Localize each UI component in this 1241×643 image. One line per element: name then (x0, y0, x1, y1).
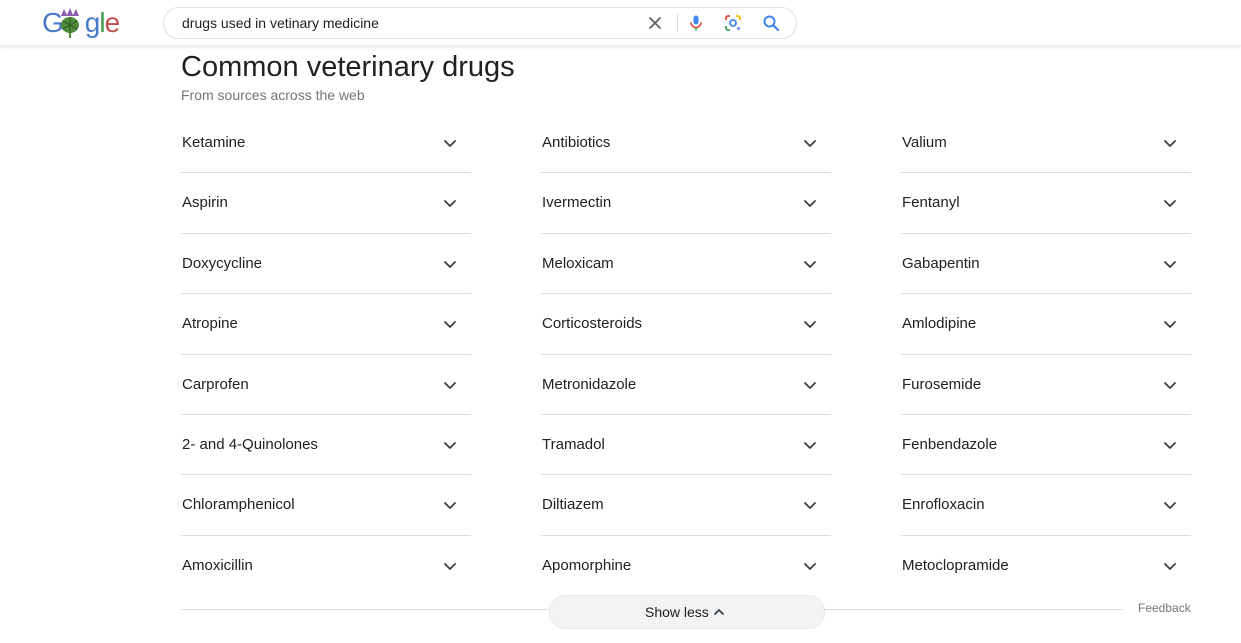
drug-item[interactable]: Ivermectin (541, 173, 831, 234)
chevron-down-icon[interactable] (1162, 135, 1178, 151)
drug-item[interactable]: Carprofen (181, 355, 471, 415)
chevron-down-icon[interactable] (442, 316, 458, 332)
drug-label: Valium (902, 134, 947, 151)
drug-item[interactable]: Amoxicillin (181, 536, 471, 595)
drug-label: Carprofen (182, 375, 249, 393)
drug-label: Meloxicam (542, 254, 614, 272)
chevron-down-icon[interactable] (1162, 437, 1178, 453)
chevron-down-icon[interactable] (802, 135, 818, 151)
drug-item[interactable]: Tramadol (541, 415, 831, 476)
drug-column-1: Ketamine Aspirin Doxycycline Atropine Ca… (181, 113, 471, 595)
chevron-up-icon (714, 609, 724, 615)
drug-item[interactable]: Chloramphenicol (181, 475, 471, 536)
chevron-down-icon[interactable] (442, 558, 458, 574)
drug-item[interactable]: Doxycycline (181, 234, 471, 295)
chevron-down-icon[interactable] (802, 377, 818, 393)
show-less-button[interactable]: Show less (549, 595, 825, 629)
drug-label: Antibiotics (542, 134, 611, 151)
drug-label: Aspirin (182, 194, 228, 212)
top-bar: Ggle drugs used in vetinary medicine (0, 0, 1241, 45)
search-input[interactable]: drugs used in vetinary medicine (182, 8, 379, 38)
drug-label: Tramadol (542, 435, 605, 453)
section-title: Common veterinary drugs (181, 51, 515, 83)
drug-label: Doxycycline (182, 254, 263, 272)
drug-label: Metoclopramide (902, 556, 1009, 574)
drug-label: Corticosteroids (542, 315, 643, 333)
drug-label: Ivermectin (542, 194, 612, 212)
drug-item[interactable]: Atropine (181, 294, 471, 355)
drug-item[interactable]: Gabapentin (901, 234, 1191, 295)
chevron-down-icon[interactable] (1162, 195, 1178, 211)
logo-letter-g2: g (84, 7, 101, 38)
chevron-down-icon[interactable] (1162, 377, 1178, 393)
drug-label: Furosemide (902, 375, 982, 393)
chevron-down-icon[interactable] (1162, 497, 1178, 513)
drug-label: Gabapentin (902, 254, 980, 272)
chevron-down-icon[interactable] (802, 437, 818, 453)
drug-item[interactable]: Antibiotics (541, 113, 831, 174)
chevron-down-icon[interactable] (1162, 316, 1178, 332)
drug-column-2: Antibiotics Ivermectin Meloxicam Cortico… (541, 113, 831, 595)
drug-item[interactable]: Fentanyl (901, 173, 1191, 234)
google-doodle-logo[interactable]: Ggle (42, 6, 124, 40)
divider-right (823, 609, 1123, 610)
drug-item[interactable]: Enrofloxacin (901, 475, 1191, 536)
show-less-label: Show less (645, 604, 709, 620)
search-divider (677, 14, 678, 32)
drug-label: Apomorphine (542, 556, 632, 574)
chevron-down-icon[interactable] (442, 437, 458, 453)
divider-left (181, 609, 549, 610)
drug-item[interactable]: Metronidazole (541, 355, 831, 415)
chevron-down-icon[interactable] (442, 497, 458, 513)
search-icon[interactable] (762, 14, 780, 32)
search-box[interactable]: drugs used in vetinary medicine (163, 7, 797, 39)
drug-item[interactable]: Fenbendazole (901, 415, 1191, 476)
close-icon[interactable] (646, 14, 664, 32)
drug-item[interactable]: Valium (901, 113, 1191, 174)
chevron-down-icon[interactable] (1162, 256, 1178, 272)
logo-letter-e: e (104, 7, 121, 38)
drug-item[interactable]: Meloxicam (541, 234, 831, 295)
drug-item[interactable]: Furosemide (901, 355, 1191, 415)
drug-column-3: Valium Fentanyl Gabapentin Amlodipine Fu… (901, 113, 1191, 595)
lens-icon[interactable] (724, 14, 742, 32)
drug-label: Fentanyl (902, 194, 960, 212)
drug-item[interactable]: Aspirin (181, 173, 471, 234)
drug-label: Metronidazole (542, 375, 637, 393)
drug-label: Ketamine (182, 134, 246, 151)
chevron-down-icon[interactable] (442, 135, 458, 151)
drug-label: Enrofloxacin (902, 496, 985, 514)
thistle-icon (61, 8, 79, 38)
drug-item[interactable]: Ketamine (181, 113, 471, 174)
drug-item[interactable]: Amlodipine (901, 294, 1191, 355)
drug-label: Amlodipine (902, 315, 977, 333)
chevron-down-icon[interactable] (802, 195, 818, 211)
section-subtitle: From sources across the web (181, 87, 365, 103)
chevron-down-icon[interactable] (802, 316, 818, 332)
drug-label: Amoxicillin (182, 556, 253, 574)
chevron-down-icon[interactable] (1162, 558, 1178, 574)
microphone-icon[interactable] (687, 14, 705, 32)
chevron-down-icon[interactable] (442, 256, 458, 272)
chevron-down-icon[interactable] (802, 558, 818, 574)
chevron-down-icon[interactable] (802, 256, 818, 272)
drug-label: Fenbendazole (902, 435, 998, 453)
drug-item[interactable]: Corticosteroids (541, 294, 831, 355)
drug-label: 2- and 4-Quinolones (182, 435, 318, 453)
drug-item[interactable]: Metoclopramide (901, 536, 1191, 595)
drug-item[interactable]: Apomorphine (541, 536, 831, 595)
chevron-down-icon[interactable] (802, 497, 818, 513)
drug-item[interactable]: Diltiazem (541, 475, 831, 536)
drug-label: Atropine (182, 315, 238, 333)
drug-item[interactable]: 2- and 4-Quinolones (181, 415, 471, 476)
drug-label: Diltiazem (542, 496, 604, 514)
feedback-link[interactable]: Feedback (1138, 601, 1191, 615)
drug-label: Chloramphenicol (182, 496, 295, 514)
chevron-down-icon[interactable] (442, 377, 458, 393)
chevron-down-icon[interactable] (442, 195, 458, 211)
